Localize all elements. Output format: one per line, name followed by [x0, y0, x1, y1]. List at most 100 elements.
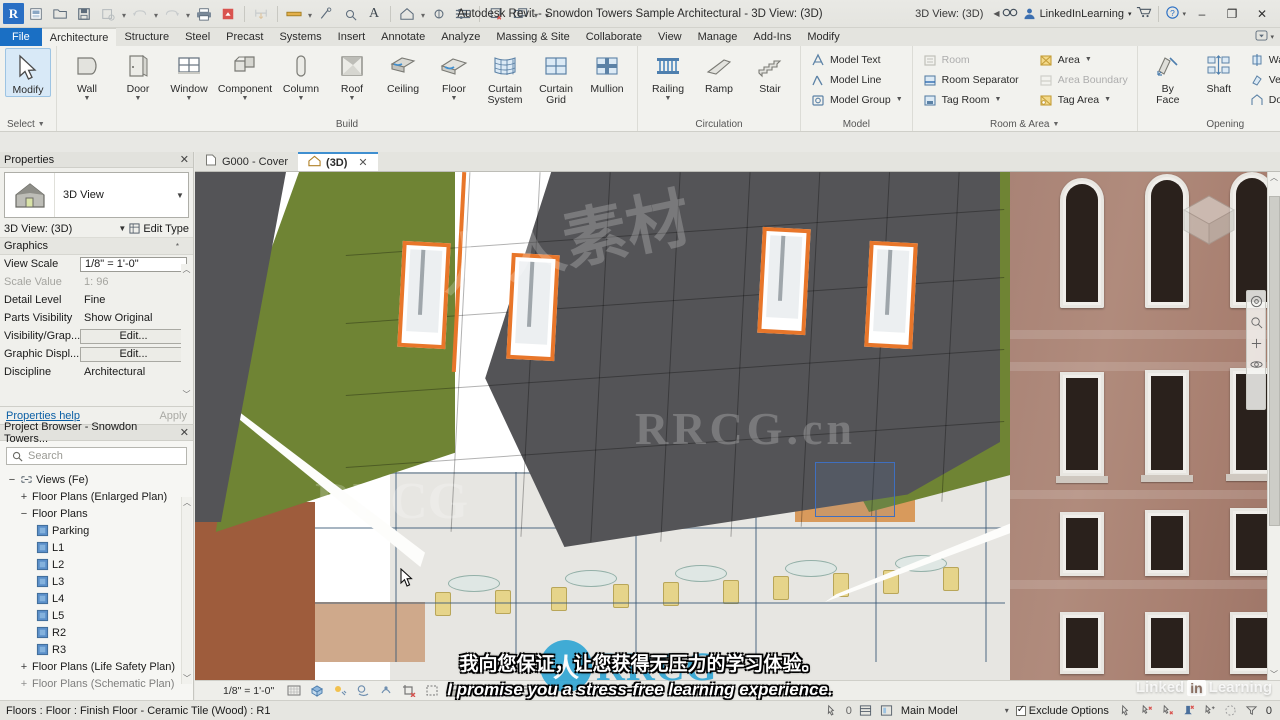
revit-logo-icon[interactable]: R — [3, 3, 24, 24]
drag-elements-icon[interactable] — [1224, 704, 1238, 718]
ribbon-tab-analyze[interactable]: Analyze — [433, 28, 488, 46]
area-dropdown-icon[interactable]: ▼ — [1085, 56, 1092, 63]
wall-dropdown-icon[interactable]: ▼ — [84, 95, 91, 102]
pan-icon[interactable] — [1249, 336, 1263, 350]
lock-3d-view-icon[interactable] — [447, 683, 462, 698]
tree-node-l4[interactable]: L4 — [0, 590, 193, 607]
property-value-graphic-display-edit-button[interactable]: Edit... — [80, 346, 187, 362]
ribbon-tab-insert[interactable]: Insert — [330, 28, 374, 46]
tree-node-floor-plans-schematic[interactable]: + Floor Plans (Schematic Plan) — [0, 675, 193, 692]
curtain-system-button[interactable]: Curtain System — [480, 48, 530, 106]
open-icon[interactable] — [49, 3, 71, 25]
search-icon[interactable] — [1002, 6, 1018, 22]
properties-scroll-up-icon[interactable]: ︿ — [183, 264, 191, 275]
property-value-view-scale[interactable]: 1/8" = 1'-0" — [80, 256, 187, 272]
stair-button[interactable]: Stair — [745, 48, 795, 95]
tree-expander-floor-plans-enlarged[interactable]: + — [18, 491, 30, 503]
roof-dropdown-icon[interactable]: ▼ — [349, 95, 356, 102]
measure-icon[interactable] — [250, 3, 272, 25]
ribbon-tab-collaborate[interactable]: Collaborate — [578, 28, 650, 46]
tag-room-button[interactable]: Tag Room ▼ — [918, 90, 1023, 109]
aligned-dimension-icon[interactable] — [283, 3, 305, 25]
door-dropdown-icon[interactable]: ▼ — [135, 95, 142, 102]
tree-node-l1[interactable]: L1 — [0, 539, 193, 556]
account-caret-icon[interactable]: ▾ — [1128, 10, 1132, 18]
minimize-button[interactable]: – — [1188, 1, 1216, 27]
wall-button[interactable]: Wall ▼ — [62, 48, 112, 102]
close-button[interactable]: ✕ — [1248, 1, 1276, 27]
orbit-icon[interactable] — [1249, 357, 1263, 371]
new-project-icon[interactable] — [25, 3, 47, 25]
view-caret-icon[interactable]: ▾ — [419, 3, 427, 25]
tree-node-l3[interactable]: L3 — [0, 573, 193, 590]
area-button[interactable]: Area ▼ — [1034, 50, 1132, 69]
project-browser-scroll-down-icon[interactable]: ﹀ — [183, 673, 191, 684]
tag-icon[interactable] — [315, 3, 337, 25]
curtain-grid-button[interactable]: Curtain Grid — [531, 48, 581, 106]
vertical-opening-button[interactable]: Vertical — [1245, 70, 1280, 89]
floor-dropdown-icon[interactable]: ▼ — [451, 95, 458, 102]
model-group-button[interactable]: Model Group ▼ — [806, 90, 907, 109]
viewport-scroll-down-icon[interactable]: ﹀ — [1270, 669, 1278, 680]
filter-icon[interactable] — [1245, 704, 1259, 718]
model-group-dropdown-icon[interactable]: ▼ — [896, 96, 903, 103]
shadows-icon[interactable] — [355, 683, 370, 698]
select-pinned-icon[interactable] — [1182, 704, 1196, 718]
save-as-caret-icon[interactable]: ▾ — [120, 3, 128, 25]
view-cube[interactable] — [1176, 188, 1242, 250]
tree-node-r2[interactable]: R2 — [0, 624, 193, 641]
help-icon[interactable]: ? — [1165, 5, 1180, 23]
view-tab-3d-close-icon[interactable]: ✕ — [358, 156, 367, 169]
shaft-button[interactable]: Shaft — [1194, 48, 1244, 95]
ribbon-tab-massing-site[interactable]: Massing & Site — [488, 28, 577, 46]
qat-overflow-icon[interactable]: ▾ — [540, 3, 554, 25]
shopping-cart-icon[interactable] — [1136, 5, 1152, 22]
room-button[interactable]: Room — [918, 50, 1023, 69]
help-caret-icon[interactable]: ▾ — [1182, 10, 1186, 18]
properties-close-icon[interactable]: ✕ — [180, 153, 189, 166]
keynote-icon[interactable] — [339, 3, 361, 25]
property-value-parts-visibility[interactable]: Show Original — [80, 312, 193, 324]
window-dropdown-icon[interactable]: ▼ — [186, 95, 193, 102]
ribbon-tab-annotate[interactable]: Annotate — [373, 28, 433, 46]
dormer-opening-button[interactable]: Dormer — [1245, 90, 1280, 109]
dimension-caret-icon[interactable]: ▾ — [306, 3, 314, 25]
panel-caret-icon[interactable]: ▼ — [38, 121, 45, 128]
text-icon[interactable]: A — [363, 3, 385, 25]
railing-dropdown-icon[interactable]: ▼ — [665, 95, 672, 102]
project-browser-scroll-up-icon[interactable]: ︿ — [183, 497, 191, 508]
sun-path-icon[interactable] — [332, 683, 347, 698]
component-button[interactable]: Component ▼ — [215, 48, 275, 102]
view-tab-3d[interactable]: (3D) ✕ — [298, 152, 378, 171]
undo-icon[interactable] — [129, 3, 151, 25]
wall-opening-button[interactable]: Wall — [1245, 50, 1280, 69]
tree-node-floor-plans-enlarged[interactable]: + Floor Plans (Enlarged Plan) — [0, 488, 193, 505]
tree-node-floor-plans-life-safety[interactable]: + Floor Plans (Life Safety Plan) — [0, 658, 193, 675]
property-value-discipline[interactable]: Architectural — [80, 366, 193, 378]
select-underlay-icon[interactable] — [1161, 704, 1175, 718]
ribbon-tab-modify[interactable]: Modify — [799, 28, 847, 46]
thin-lines-icon[interactable] — [452, 3, 474, 25]
exclude-options-box[interactable] — [1015, 704, 1026, 716]
main-model-caret-icon[interactable]: ▾ — [1005, 706, 1009, 715]
window-button[interactable]: Window ▼ — [164, 48, 214, 102]
room-separator-button[interactable]: Room Separator — [918, 70, 1023, 89]
type-selector[interactable]: 3D View ▼ — [4, 172, 189, 218]
default-3d-view-icon[interactable] — [396, 3, 418, 25]
room-area-panel-caret-icon[interactable]: ▼ — [1052, 121, 1059, 128]
tag-area-button[interactable]: Tag Area ▼ — [1034, 90, 1132, 109]
ribbon-tab-file[interactable]: File — [0, 28, 42, 46]
ramp-button[interactable]: Ramp — [694, 48, 744, 95]
save-as-icon[interactable] — [97, 3, 119, 25]
ribbon-tab-architecture[interactable]: Architecture — [41, 28, 117, 46]
tree-node-l2[interactable]: L2 — [0, 556, 193, 573]
detail-level-icon[interactable] — [286, 683, 301, 698]
viewport-scroll-up-icon[interactable]: ︿ — [1270, 172, 1278, 183]
ribbon-options-caret-icon[interactable]: ▾ — [1270, 33, 1274, 41]
ribbon-tab-structure[interactable]: Structure — [116, 28, 177, 46]
highlighted-window[interactable] — [397, 240, 451, 350]
navigation-bar[interactable] — [1246, 290, 1266, 410]
properties-scrollbar[interactable]: ︿ ﹀ — [181, 264, 192, 400]
print-icon[interactable] — [193, 3, 215, 25]
highlighted-window[interactable] — [864, 240, 918, 350]
